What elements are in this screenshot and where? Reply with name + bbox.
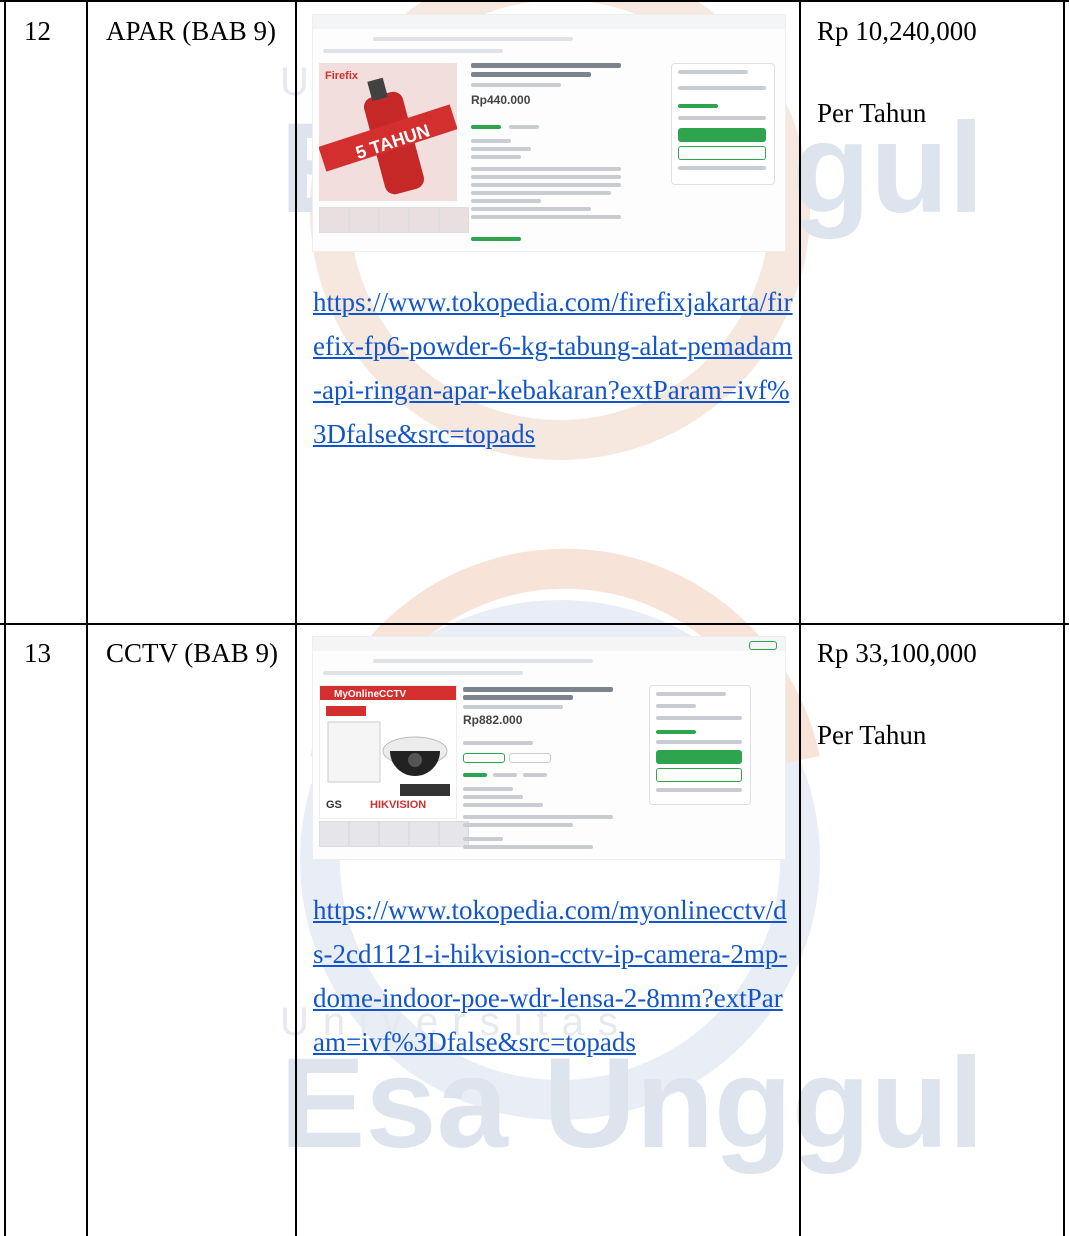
- info-tab: [523, 773, 547, 777]
- login-button: [749, 641, 777, 650]
- fire-extinguisher-icon: 5 TAHUN Firefix: [318, 70, 458, 195]
- read-more-link: [471, 237, 521, 241]
- purchase-box: [649, 685, 751, 805]
- image-thumbnail: [379, 821, 409, 847]
- image-thumbnail: [319, 207, 349, 233]
- svg-text:GS: GS: [326, 799, 342, 811]
- description-line: [471, 183, 621, 187]
- image-thumbnail: [439, 207, 469, 233]
- add-to-cart-button: [656, 750, 742, 764]
- product-link[interactable]: https://www.tokopedia.com/firefixjakarta…: [313, 280, 793, 456]
- detail-line: [471, 139, 511, 143]
- description-line: [471, 199, 541, 203]
- variant-label: [463, 741, 533, 745]
- subtotal-line: [656, 740, 742, 744]
- detail-line: [463, 787, 513, 791]
- table-border-right: [1063, 0, 1065, 1236]
- variant-option: [463, 753, 505, 763]
- description-line: [471, 207, 591, 211]
- brand-logo-text: Firefix: [325, 70, 359, 82]
- info-tab: [509, 125, 539, 129]
- table-border-left: [4, 0, 6, 1236]
- item-name: APAR (BAB 9): [106, 16, 277, 46]
- breadcrumb-line: [323, 49, 503, 53]
- browser-bar: [313, 637, 785, 651]
- product-screenshot: MyOnlineCCTV GS HIKVISION Rp882.000: [312, 636, 786, 860]
- image-thumbnail: [319, 821, 349, 847]
- purchase-box: [671, 63, 775, 185]
- banner-text: MyOnlineCCTV: [334, 689, 407, 700]
- spec-tab: [493, 773, 517, 777]
- rating-line: [471, 83, 561, 87]
- product-title-line: [471, 72, 591, 77]
- detail-tab: [463, 773, 487, 777]
- detail-line: [471, 147, 531, 151]
- product-price: Rp440.000: [471, 93, 531, 107]
- price-period: Per Tahun: [817, 720, 927, 750]
- browser-bar: [313, 15, 785, 29]
- price-period: Per Tahun: [817, 98, 927, 128]
- purchase-box-heading: [656, 692, 726, 696]
- variant-option: [509, 753, 551, 763]
- share-line: [656, 788, 742, 792]
- product-title-line: [463, 687, 613, 692]
- image-thumbnail: [349, 821, 379, 847]
- cctv-camera-icon: MyOnlineCCTV GS HIKVISION: [320, 686, 456, 811]
- price-amount: Rp 33,100,000: [817, 638, 977, 668]
- buy-now-button: [678, 146, 766, 160]
- share-line: [678, 166, 766, 170]
- price-cell: Rp 10,240,000 Per Tahun: [817, 12, 1057, 133]
- price-cell: Rp 33,100,000 Per Tahun: [817, 634, 1057, 755]
- purchase-box-heading: [678, 70, 748, 74]
- table-col-divider: [295, 0, 297, 1236]
- description-line: [463, 823, 573, 827]
- table-col-divider: [86, 0, 88, 1236]
- image-thumbnail: [349, 207, 379, 233]
- image-thumbnail: [379, 207, 409, 233]
- notes-link: [656, 730, 696, 734]
- image-thumbnail: [409, 207, 439, 233]
- product-title-line: [463, 695, 573, 700]
- detail-tab: [471, 125, 501, 129]
- description-line: [463, 845, 593, 849]
- notes-link: [678, 104, 718, 108]
- item-name: CCTV (BAB 9): [106, 638, 279, 668]
- detail-line: [463, 795, 523, 799]
- price-amount: Rp 10,240,000: [817, 16, 977, 46]
- image-thumbnail: [409, 821, 439, 847]
- quantity-line: [656, 716, 742, 720]
- description-line: [463, 837, 503, 841]
- quantity-line: [678, 86, 766, 90]
- product-price: Rp882.000: [463, 713, 523, 727]
- detail-line: [463, 803, 543, 807]
- description-line: [471, 167, 621, 171]
- buy-now-button: [656, 768, 742, 782]
- row-number: 13: [24, 638, 51, 668]
- subtotal-line: [678, 116, 766, 120]
- description-line: [471, 191, 611, 195]
- product-title-line: [471, 63, 621, 68]
- product-image: MyOnlineCCTV GS HIKVISION: [319, 685, 457, 819]
- description-line: [471, 175, 621, 179]
- table-row-divider: [0, 623, 1069, 625]
- product-link[interactable]: https://www.tokopedia.com/myonlinecctv/d…: [313, 888, 793, 1064]
- row-number: 12: [24, 16, 51, 46]
- variant-line: [656, 704, 696, 708]
- description-line: [463, 815, 613, 819]
- product-screenshot: 5 TAHUN Firefix Rp440.000: [312, 14, 786, 252]
- breadcrumb-line: [323, 671, 523, 675]
- add-to-cart-button: [678, 128, 766, 142]
- description-line: [471, 215, 621, 219]
- detail-line: [471, 155, 521, 159]
- table-border-top: [0, 0, 1069, 2]
- table-col-divider: [799, 0, 801, 1236]
- nav-line: [373, 659, 593, 663]
- brand-logo-text: HIKVISION: [370, 799, 426, 811]
- product-image: 5 TAHUN Firefix: [318, 63, 458, 201]
- nav-line: [373, 37, 573, 41]
- rating-line: [463, 705, 563, 709]
